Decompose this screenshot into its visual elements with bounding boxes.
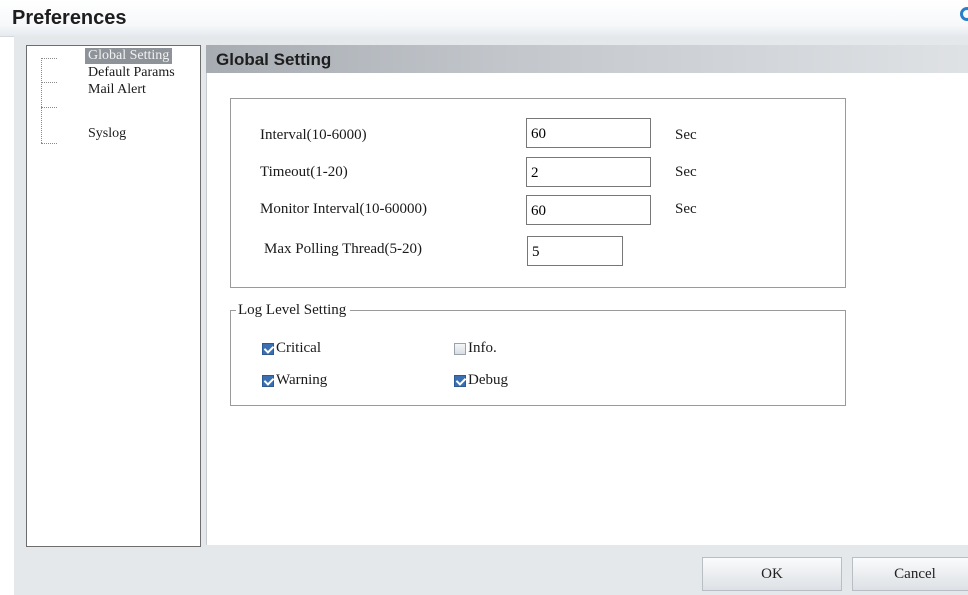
timeout-input[interactable] bbox=[526, 157, 651, 187]
critical-checkbox[interactable]: Critical bbox=[262, 340, 321, 357]
help-icon[interactable] bbox=[960, 7, 968, 21]
interval-input[interactable] bbox=[526, 118, 651, 148]
timeout-unit: Sec bbox=[675, 164, 697, 180]
checkbox-unchecked-icon bbox=[454, 342, 466, 355]
monitor-interval-label: Monitor Interval(10-60000) bbox=[260, 201, 428, 217]
interval-unit: Sec bbox=[675, 127, 697, 143]
interval-label: Interval(10-6000) bbox=[260, 127, 367, 143]
monitor-interval-input[interactable] bbox=[526, 195, 651, 225]
max-polling-thread-input[interactable] bbox=[527, 236, 623, 266]
section-title: Global Setting bbox=[216, 50, 332, 69]
tree-connector bbox=[41, 82, 57, 83]
monitor-interval-unit: Sec bbox=[675, 201, 697, 217]
ok-button[interactable]: OK bbox=[702, 557, 842, 591]
timeout-label: Timeout(1-20) bbox=[260, 164, 348, 180]
warning-checkbox[interactable]: Warning bbox=[262, 372, 327, 389]
checkbox-checked-icon bbox=[262, 342, 274, 355]
max-polling-thread-label: Max Polling Thread(5-20) bbox=[264, 241, 423, 257]
tree-connector bbox=[41, 143, 57, 144]
title-bar: Preferences bbox=[0, 0, 968, 37]
tree-connector bbox=[41, 107, 57, 108]
tree-item-default-params[interactable]: Default Params bbox=[85, 65, 178, 81]
checkbox-checked-icon bbox=[454, 374, 466, 387]
section-header: Global Setting bbox=[206, 45, 968, 73]
tree-connector bbox=[41, 58, 42, 143]
tree-item-syslog[interactable]: Syslog bbox=[85, 126, 129, 142]
log-level-group bbox=[230, 310, 846, 406]
tree-item-global-setting[interactable]: Global Setting bbox=[85, 48, 173, 64]
checkbox-checked-icon bbox=[262, 374, 274, 387]
debug-label: Debug bbox=[468, 372, 508, 388]
cancel-button[interactable]: Cancel bbox=[852, 557, 968, 591]
warning-label: Warning bbox=[276, 372, 328, 388]
info-label: Info. bbox=[468, 340, 497, 356]
debug-checkbox[interactable]: Debug bbox=[454, 372, 508, 389]
tree-connector bbox=[41, 58, 57, 59]
tree-item-mail-alert[interactable]: Mail Alert bbox=[85, 82, 149, 98]
window-title: Preferences bbox=[12, 7, 127, 29]
critical-label: Critical bbox=[276, 340, 321, 356]
info-checkbox[interactable]: Info. bbox=[454, 340, 497, 357]
preferences-tree bbox=[26, 45, 201, 547]
log-level-legend: Log Level Setting bbox=[236, 302, 351, 319]
